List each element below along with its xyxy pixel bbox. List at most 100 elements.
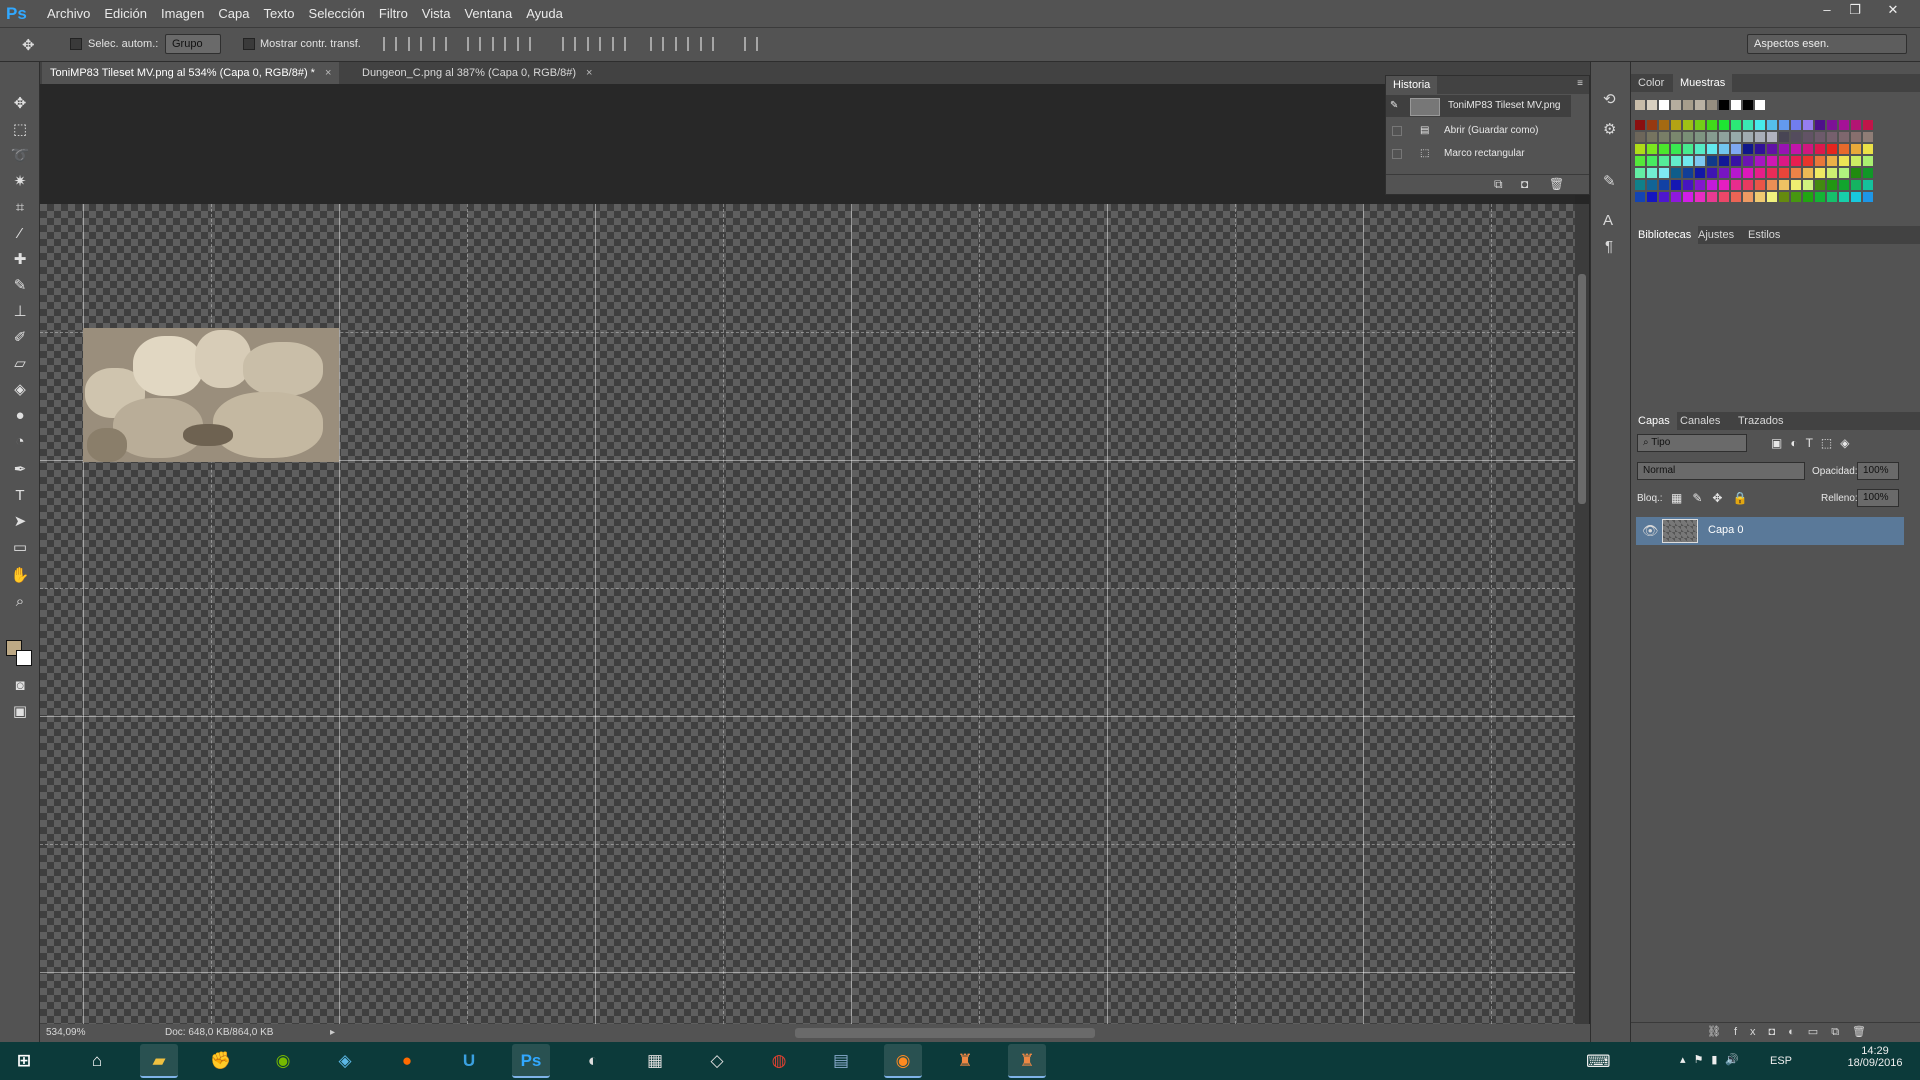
align-right-icon[interactable] bbox=[517, 37, 531, 51]
type-tool-icon[interactable]: T bbox=[10, 486, 30, 506]
keyboard-icon[interactable]: ⌨ bbox=[1586, 1052, 1611, 1072]
color-swatch[interactable] bbox=[1707, 144, 1717, 154]
visibility-eye-icon[interactable]: 👁 bbox=[1642, 523, 1659, 539]
status-arrow-icon[interactable]: ▸ bbox=[330, 1024, 335, 1042]
color-swatch[interactable] bbox=[1731, 180, 1741, 190]
color-swatch[interactable] bbox=[1719, 144, 1729, 154]
distribute-hcenter-icon[interactable] bbox=[675, 37, 689, 51]
crop-tool-icon[interactable]: ⌗ bbox=[10, 198, 30, 218]
color-swatch[interactable] bbox=[1671, 192, 1681, 202]
color-swatch[interactable] bbox=[1659, 100, 1669, 110]
tab-color[interactable]: Color bbox=[1631, 74, 1671, 92]
color-swatch[interactable] bbox=[1815, 120, 1825, 130]
show-transform-checkbox[interactable] bbox=[243, 38, 255, 50]
minimize-icon[interactable]: – bbox=[1814, 0, 1840, 20]
align-top-icon[interactable] bbox=[383, 37, 397, 51]
align-vcenter-icon[interactable] bbox=[408, 37, 422, 51]
color-swatch[interactable] bbox=[1671, 100, 1681, 110]
language-indicator[interactable]: ESP bbox=[1770, 1055, 1792, 1067]
distribute-bottom-icon[interactable] bbox=[612, 37, 626, 51]
tab-bibliotecas[interactable]: Bibliotecas bbox=[1631, 226, 1699, 244]
lock-icons[interactable]: ▦✎✥🔒 bbox=[1671, 491, 1757, 505]
color-swatch[interactable] bbox=[1815, 156, 1825, 166]
color-swatch[interactable] bbox=[1863, 120, 1873, 130]
color-swatch[interactable] bbox=[1659, 192, 1669, 202]
trash-icon[interactable]: 🗑 bbox=[1549, 177, 1564, 191]
color-swatch[interactable] bbox=[1683, 192, 1693, 202]
color-swatch[interactable] bbox=[1719, 120, 1729, 130]
fill-field[interactable]: 100% bbox=[1857, 489, 1899, 507]
color-swatch[interactable] bbox=[1827, 168, 1837, 178]
color-swatch[interactable] bbox=[1827, 144, 1837, 154]
tab-historia[interactable]: Historia bbox=[1386, 76, 1438, 94]
menu-ventana[interactable]: Ventana bbox=[457, 0, 519, 28]
color-swatch[interactable] bbox=[1803, 144, 1813, 154]
color-swatch[interactable] bbox=[1803, 192, 1813, 202]
color-swatch[interactable] bbox=[1731, 156, 1741, 166]
align-bottom-icon[interactable] bbox=[433, 37, 447, 51]
rpg-maker-icon[interactable]: ♜ bbox=[946, 1044, 984, 1078]
zoom-level[interactable]: 534,09% bbox=[46, 1024, 85, 1042]
color-swatch[interactable] bbox=[1707, 120, 1717, 130]
blur-tool-icon[interactable]: ● bbox=[10, 406, 30, 426]
brush-settings-icon[interactable]: ✎ bbox=[1603, 172, 1616, 190]
color-swatch[interactable] bbox=[1635, 144, 1645, 154]
origin-icon[interactable]: ● bbox=[388, 1044, 426, 1078]
color-swatch[interactable] bbox=[1683, 180, 1693, 190]
app-icon[interactable]: ◇ bbox=[698, 1044, 736, 1078]
color-swatch[interactable] bbox=[1755, 168, 1765, 178]
color-swatch[interactable] bbox=[1695, 180, 1705, 190]
color-swatch[interactable] bbox=[1635, 120, 1645, 130]
layer-row[interactable]: 👁 Capa 0 bbox=[1636, 517, 1904, 545]
color-swatch[interactable] bbox=[1695, 100, 1705, 110]
image-viewer-icon[interactable]: ▤ bbox=[822, 1044, 860, 1078]
history-state-checkbox[interactable] bbox=[1392, 149, 1402, 159]
color-swatch[interactable] bbox=[1731, 132, 1741, 142]
color-swatch[interactable] bbox=[1791, 192, 1801, 202]
color-swatch[interactable] bbox=[1647, 132, 1657, 142]
color-swatch[interactable] bbox=[1851, 132, 1861, 142]
auto-select-dropdown[interactable]: Grupo bbox=[165, 34, 221, 54]
camera-icon[interactable]: ◘ bbox=[1521, 177, 1528, 191]
color-swatch[interactable] bbox=[1635, 156, 1645, 166]
menu-archivo[interactable]: Archivo bbox=[40, 0, 97, 28]
color-swatch[interactable] bbox=[1671, 120, 1681, 130]
color-swatch[interactable] bbox=[1683, 120, 1693, 130]
color-swatch[interactable] bbox=[1695, 168, 1705, 178]
chrome-icon[interactable]: ◍ bbox=[760, 1044, 798, 1078]
windows-start-icon[interactable]: ⊞ bbox=[5, 1044, 43, 1078]
color-swatch[interactable] bbox=[1635, 132, 1645, 142]
color-swatch[interactable] bbox=[1839, 168, 1849, 178]
scroll-thumb[interactable] bbox=[1578, 274, 1586, 504]
steam-icon[interactable]: ◐ bbox=[574, 1044, 612, 1078]
vertical-scrollbar[interactable] bbox=[1575, 204, 1589, 1024]
hand-tool-icon[interactable]: ✋ bbox=[10, 566, 30, 586]
close-icon[interactable]: ✕ bbox=[1880, 0, 1906, 20]
color-swatch[interactable] bbox=[1851, 120, 1861, 130]
color-swatch[interactable] bbox=[1707, 192, 1717, 202]
color-swatch[interactable] bbox=[1755, 144, 1765, 154]
color-swatch[interactable] bbox=[1647, 120, 1657, 130]
stamp-tool-icon[interactable]: ⊥ bbox=[10, 302, 30, 322]
character-icon[interactable]: A bbox=[1603, 212, 1613, 229]
color-swatch[interactable] bbox=[1671, 180, 1681, 190]
color-swatch[interactable] bbox=[1659, 144, 1669, 154]
tab-trazados[interactable]: Trazados bbox=[1731, 412, 1790, 430]
color-swatch[interactable] bbox=[1707, 180, 1717, 190]
close-tab-icon[interactable]: × bbox=[586, 67, 592, 79]
tab-canales[interactable]: Canales bbox=[1673, 412, 1727, 430]
color-swatch[interactable] bbox=[1683, 132, 1693, 142]
color-swatch[interactable] bbox=[1695, 120, 1705, 130]
history-panel-icon[interactable]: ⟲ bbox=[1603, 90, 1616, 108]
eraser-tool-icon[interactable]: ▱ bbox=[10, 354, 30, 374]
color-swatch[interactable] bbox=[1743, 156, 1753, 166]
color-swatch[interactable] bbox=[1779, 132, 1789, 142]
screen-mode-icon[interactable]: ▣ bbox=[10, 702, 30, 722]
color-swatch[interactable] bbox=[1779, 144, 1789, 154]
history-state-checkbox[interactable] bbox=[1392, 126, 1402, 136]
color-swatch[interactable] bbox=[1851, 168, 1861, 178]
color-swatch[interactable] bbox=[1779, 120, 1789, 130]
move-tool-icon[interactable]: ✥ bbox=[22, 36, 35, 54]
color-swatch[interactable] bbox=[1719, 192, 1729, 202]
color-swatch[interactable] bbox=[1863, 168, 1873, 178]
